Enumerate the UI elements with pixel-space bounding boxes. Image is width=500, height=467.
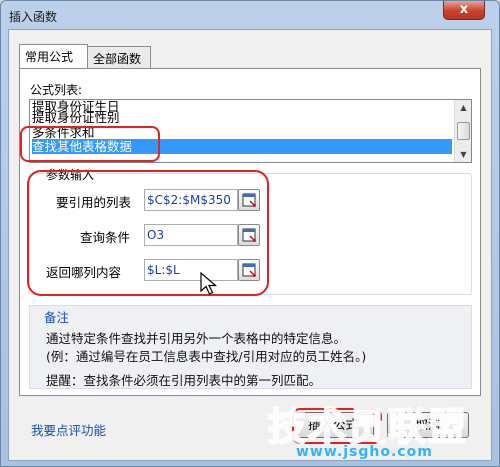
- list-item-selected[interactable]: 查找其他表格数据: [32, 139, 452, 154]
- reference-list-input[interactable]: $C$2:$M$350: [144, 189, 238, 211]
- insert-function-dialog: 插入函数 x 常用公式 全部函数 公式列表: 提取身份证生日 提取身份证性别 多…: [0, 0, 500, 467]
- formula-list-label: 公式列表:: [30, 83, 83, 97]
- insert-formula-button[interactable]: 插入公式: [292, 412, 374, 438]
- parameter-input-group: 参数输入 要引用的列表 $C$2:$M$350 查询条件 O3 返回哪列内容 $…: [29, 166, 472, 295]
- mouse-cursor-icon: [200, 272, 218, 295]
- parameter-group-title: 参数输入: [44, 166, 97, 183]
- range-picker-icon: [242, 263, 256, 277]
- title-bar[interactable]: 插入函数 x: [1, 1, 499, 29]
- range-select-button[interactable]: [238, 224, 260, 246]
- list-item[interactable]: 提取身份证性别: [32, 110, 452, 125]
- notes-group: 备注 通过特定条件查找并引用另外一个表格中的特定信息。 (例：通过编号在员工信息…: [29, 305, 472, 389]
- param-row-query-condition: 查询条件 O3: [30, 224, 470, 246]
- feedback-link[interactable]: 我要点评功能: [31, 420, 106, 439]
- param-label: 要引用的列表: [56, 195, 132, 210]
- scrollbar-thumb[interactable]: [457, 122, 470, 140]
- tab-all-functions[interactable]: 全部函数: [87, 46, 151, 68]
- formula-listbox[interactable]: 提取身份证生日 提取身份证性别 多条件求和 查找其他表格数据 ▲ ▼: [29, 99, 472, 163]
- range-picker-icon: [242, 193, 256, 207]
- range-select-button[interactable]: [238, 259, 260, 281]
- tab-panel: 公式列表: 提取身份证生日 提取身份证性别 多条件求和 查找其他表格数据 ▲ ▼…: [19, 68, 481, 396]
- param-row-return-column: 返回哪列内容 $L:$L: [30, 259, 470, 281]
- param-label: 返回哪列内容: [46, 265, 122, 280]
- range-picker-icon: [242, 228, 256, 242]
- query-condition-input[interactable]: O3: [144, 224, 238, 246]
- note-line: 通过特定条件查找并引用另外一个表格中的特定信息。: [46, 331, 347, 346]
- param-label: 查询条件: [80, 230, 131, 245]
- cancel-button[interactable]: 取消: [387, 412, 469, 438]
- note-line: 提醒：查找条件必须在引用列表中的第一列匹配。: [46, 373, 322, 388]
- note-line: (例：通过编号在员工信息表中查找/引用对应的员工姓名。): [46, 349, 367, 364]
- scroll-down-arrow-icon[interactable]: ▼: [456, 147, 471, 162]
- param-row-reference-list: 要引用的列表 $C$2:$M$350: [30, 189, 470, 211]
- scroll-up-arrow-icon[interactable]: ▲: [456, 100, 471, 115]
- notes-title: 备注: [44, 310, 70, 325]
- return-column-input[interactable]: $L:$L: [144, 259, 238, 281]
- dialog-client-area: 常用公式 全部函数 公式列表: 提取身份证生日 提取身份证性别 多条件求和 查找…: [8, 29, 492, 461]
- dialog-title: 插入函数: [9, 10, 58, 24]
- list-item[interactable]: 多条件求和: [32, 125, 452, 140]
- range-select-button[interactable]: [238, 189, 260, 211]
- tab-common-formulas[interactable]: 常用公式: [19, 44, 88, 68]
- listbox-scrollbar[interactable]: ▲ ▼: [454, 100, 471, 162]
- close-button[interactable]: x: [443, 1, 485, 20]
- close-icon: x: [459, 2, 469, 17]
